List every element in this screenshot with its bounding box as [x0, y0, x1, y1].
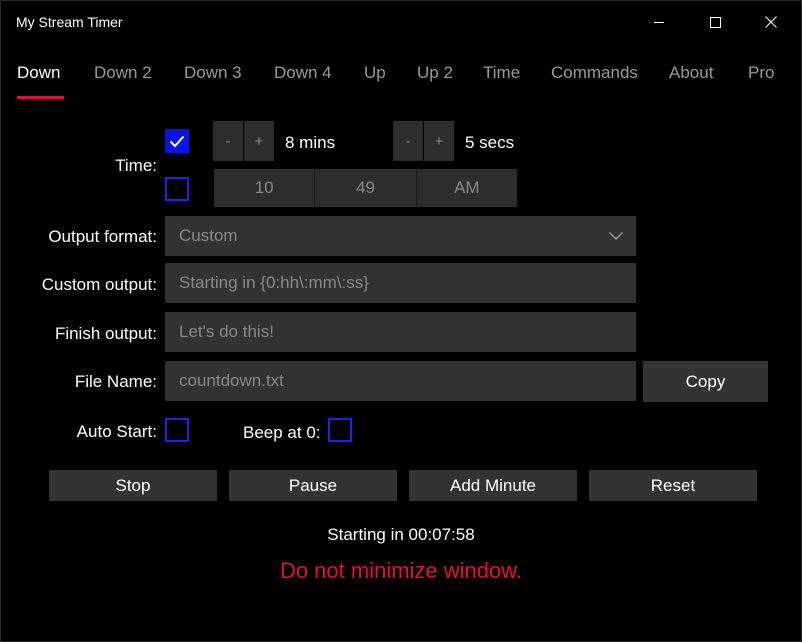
status-text: Starting in 00:07:58 — [327, 525, 475, 544]
tab-down-2[interactable]: Down 2 — [94, 63, 152, 83]
tab-up[interactable]: Up — [364, 63, 386, 83]
maximize-button[interactable] — [687, 1, 743, 43]
add-minute-button[interactable]: Add Minute — [409, 470, 577, 501]
reset-button[interactable]: Reset — [589, 470, 757, 501]
tab-up-2[interactable]: Up 2 — [417, 63, 453, 83]
stop-button[interactable]: Stop — [49, 470, 217, 501]
active-tab-indicator — [17, 96, 64, 99]
finish-output-label: Finish output: — [54, 324, 157, 343]
minutes-value: 8 mins — [285, 133, 336, 152]
close-icon — [765, 16, 777, 28]
minimize-button[interactable] — [631, 1, 687, 43]
minutes-decrement-button[interactable]: - — [213, 121, 243, 161]
app-window: My Stream Timer Down Down 2 Down 3 Down … — [0, 0, 802, 642]
clock-hour[interactable]: 10 — [214, 169, 316, 207]
finish-output-input[interactable]: Let's do this! — [165, 312, 636, 352]
output-format-label: Output format: — [48, 227, 157, 246]
time-label: Time: — [115, 156, 157, 175]
close-button[interactable] — [743, 1, 799, 43]
beep-checkbox[interactable] — [328, 418, 352, 442]
tab-about[interactable]: About — [669, 63, 713, 83]
minutes-increment-button[interactable]: + — [244, 121, 274, 161]
file-name-label: File Name: — [74, 372, 157, 391]
custom-output-input[interactable]: Starting in {0:hh\:mm\:ss} — [165, 263, 636, 303]
beep-label: Beep at 0: — [243, 423, 321, 442]
maximize-icon — [709, 16, 721, 28]
custom-output-label: Custom output: — [41, 275, 157, 294]
tab-commands[interactable]: Commands — [551, 63, 638, 83]
seconds-decrement-button[interactable]: - — [393, 121, 423, 161]
clock-minute[interactable]: 49 — [315, 169, 417, 207]
tab-bar: Down Down 2 Down 3 Down 4 Up Up 2 Time C… — [1, 61, 801, 101]
duration-checkbox[interactable] — [165, 129, 189, 153]
tab-time[interactable]: Time — [483, 63, 520, 83]
minimize-icon — [654, 21, 664, 23]
tab-down[interactable]: Down — [17, 63, 60, 83]
auto-start-label: Auto Start: — [76, 422, 157, 441]
clock-time-picker[interactable]: 10 49 AM — [214, 169, 517, 207]
clock-checkbox[interactable] — [165, 177, 189, 201]
window-title: My Stream Timer — [16, 14, 123, 30]
title-bar: My Stream Timer — [1, 1, 801, 43]
warning-text: Do not minimize window. — [279, 558, 523, 583]
output-format-dropdown[interactable]: Custom — [165, 216, 636, 256]
tab-pro[interactable]: Pro — [748, 63, 774, 83]
tab-down-3[interactable]: Down 3 — [184, 63, 242, 83]
pause-button[interactable]: Pause — [229, 470, 397, 501]
auto-start-checkbox[interactable] — [165, 418, 189, 442]
clock-period[interactable]: AM — [417, 169, 517, 207]
chevron-down-icon — [609, 232, 623, 240]
tab-down-4[interactable]: Down 4 — [274, 63, 332, 83]
seconds-value: 5 secs — [465, 133, 515, 152]
output-format-value: Custom — [179, 226, 238, 245]
copy-button[interactable]: Copy — [643, 361, 768, 402]
seconds-increment-button[interactable]: + — [424, 121, 454, 161]
checkmark-icon — [169, 135, 185, 148]
file-name-input[interactable]: countdown.txt — [165, 361, 636, 401]
